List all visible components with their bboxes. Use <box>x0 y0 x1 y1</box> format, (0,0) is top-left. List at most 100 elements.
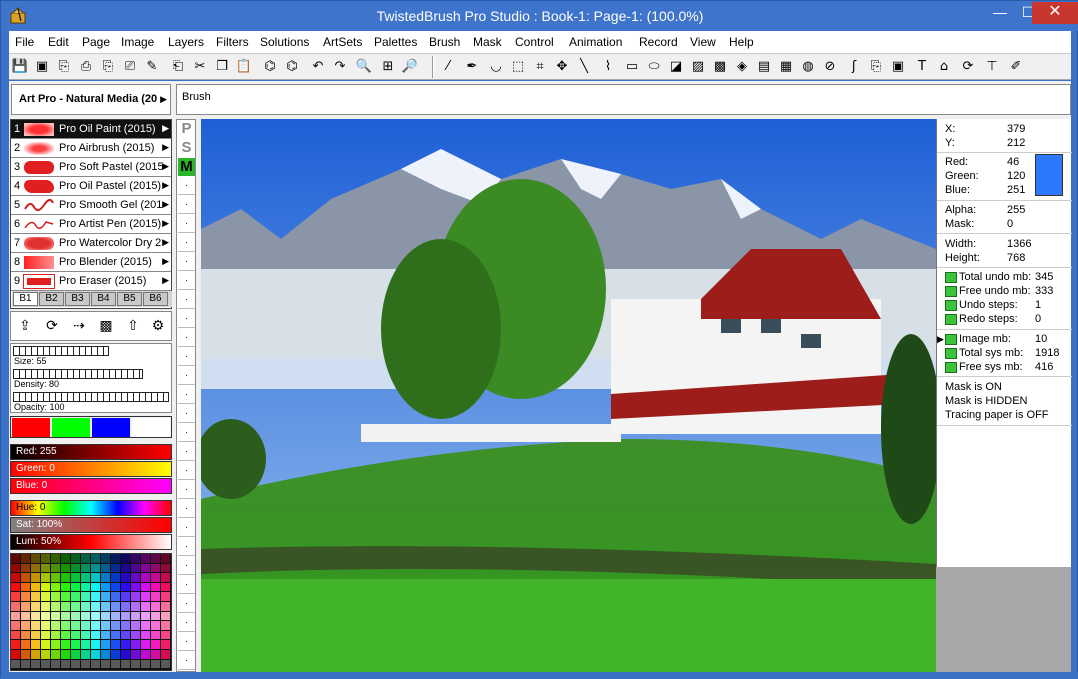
page-cell[interactable]: · <box>178 424 195 442</box>
palette-cell[interactable] <box>41 630 50 640</box>
palette-cell[interactable] <box>101 582 110 592</box>
menu-record[interactable]: Record <box>639 35 678 49</box>
palette-cell[interactable] <box>11 592 20 601</box>
palette-cell[interactable] <box>101 659 110 669</box>
palette-cell[interactable] <box>61 650 70 659</box>
palette-cell[interactable] <box>141 650 150 659</box>
palette-cell[interactable] <box>31 650 40 659</box>
artset-selector[interactable]: Art Pro - Natural Media (20 ▶ <box>11 84 171 115</box>
palette-cell[interactable] <box>131 630 140 640</box>
swatch-blue[interactable] <box>92 418 130 437</box>
palette-cell[interactable] <box>91 621 100 630</box>
palette-cell[interactable] <box>31 640 40 649</box>
minimize-button[interactable]: — <box>986 2 1014 24</box>
palette-cell[interactable] <box>61 573 70 582</box>
palette-cell[interactable] <box>21 563 30 573</box>
page-cell[interactable]: · <box>178 253 195 271</box>
palette-cell[interactable] <box>141 630 150 640</box>
zoom-fit-icon[interactable]: ⊞ <box>379 57 397 75</box>
palette-cell[interactable] <box>61 621 70 630</box>
swatch-green[interactable] <box>52 418 90 437</box>
page-cell[interactable]: · <box>178 196 195 214</box>
palette-cell[interactable] <box>131 621 140 630</box>
menu-edit[interactable]: Edit <box>48 35 69 49</box>
palette-cell[interactable] <box>11 659 20 669</box>
menu-artsets[interactable]: ArtSets <box>323 35 362 49</box>
palette-cell[interactable] <box>41 621 50 630</box>
palette-cell[interactable] <box>91 563 100 573</box>
palette-cell[interactable] <box>81 554 90 563</box>
palette-cell[interactable] <box>71 554 80 563</box>
palette-cell[interactable] <box>51 582 60 592</box>
palette-cell[interactable] <box>21 630 30 640</box>
palette-cell[interactable] <box>71 621 80 630</box>
brush-slot-1[interactable]: 1 Pro Oil Paint (2015) ▶ <box>11 120 171 139</box>
palette-cell[interactable] <box>111 621 120 630</box>
page-p-button[interactable]: P <box>178 120 195 138</box>
brush-arrow-icon[interactable]: ▶ <box>162 199 169 210</box>
brush-slot-5[interactable]: 5 Pro Smooth Gel (2015) ▶ <box>11 196 171 215</box>
palette-cell[interactable] <box>81 563 90 573</box>
palette-cell[interactable] <box>141 640 150 649</box>
texture-icon[interactable]: ◈ <box>733 57 751 75</box>
palette-cell[interactable] <box>111 630 120 640</box>
palette-cell[interactable] <box>91 592 100 601</box>
lum-slider[interactable]: Lum: 50% <box>10 534 172 550</box>
palette-cell[interactable] <box>111 640 120 649</box>
hue-slider[interactable]: Hue: 0 <box>10 500 172 516</box>
palette-cell[interactable] <box>21 554 30 563</box>
palette-cell[interactable] <box>61 640 70 649</box>
page-cell[interactable]: · <box>178 614 195 632</box>
palette-cell[interactable] <box>71 659 80 669</box>
palette-cell[interactable] <box>121 650 130 659</box>
palette-cell[interactable] <box>11 640 20 649</box>
palette-cell[interactable] <box>151 563 160 573</box>
palette-cell[interactable] <box>121 582 130 592</box>
paste-into-icon[interactable]: ⌬ <box>261 57 279 75</box>
size-slider[interactable] <box>13 346 109 356</box>
page-cell[interactable]: · <box>178 386 195 404</box>
palette-cell[interactable] <box>11 611 20 621</box>
palette-cell[interactable] <box>111 611 120 621</box>
brush-arrow-icon[interactable]: ▶ <box>162 256 169 267</box>
palette-cell[interactable] <box>91 573 100 582</box>
density-slider[interactable] <box>13 369 143 379</box>
open-page-icon[interactable]: ⎘ <box>55 57 73 75</box>
palette-cell[interactable] <box>81 659 90 669</box>
palette-cell[interactable] <box>51 602 60 611</box>
close-button[interactable]: ✕ <box>1032 2 1078 24</box>
palette-cell[interactable] <box>11 621 20 630</box>
curve-icon[interactable]: ⌇ <box>599 57 617 75</box>
page-cell[interactable]: · <box>178 576 195 594</box>
brush-lock-icon[interactable]: ⇧ <box>122 317 144 337</box>
eyedropper-icon[interactable]: ✒ <box>463 57 481 75</box>
palette-cell[interactable] <box>121 659 130 669</box>
palette-cell[interactable] <box>21 611 30 621</box>
palette-cell[interactable] <box>61 611 70 621</box>
palette-cell[interactable] <box>161 611 170 621</box>
page-s-button[interactable]: S <box>178 139 195 157</box>
palette-cell[interactable] <box>61 602 70 611</box>
image-insert-icon[interactable]: ▣ <box>889 57 907 75</box>
palette-cell[interactable] <box>41 592 50 601</box>
brush-slot-3[interactable]: 3 Pro Soft Pastel (2015) ▶ <box>11 158 171 177</box>
menu-solutions[interactable]: Solutions <box>260 35 309 49</box>
palette-cell[interactable] <box>11 630 20 640</box>
palette-cell[interactable] <box>151 611 160 621</box>
sat-slider[interactable]: Sat: 100% <box>10 517 172 533</box>
palette-cell[interactable] <box>51 650 60 659</box>
fill-gradient-icon[interactable]: ▨ <box>689 57 707 75</box>
palette-cell[interactable] <box>41 659 50 669</box>
palette-cell[interactable] <box>91 640 100 649</box>
palette-cell[interactable] <box>161 630 170 640</box>
palette-cell[interactable] <box>111 554 120 563</box>
stamp-icon[interactable]: ◍ <box>799 57 817 75</box>
menu-image[interactable]: Image <box>121 35 154 49</box>
palette-cell[interactable] <box>121 640 130 649</box>
palette-cell[interactable] <box>161 573 170 582</box>
palette-cell[interactable] <box>131 573 140 582</box>
palette-cell[interactable] <box>121 602 130 611</box>
palette-cell[interactable] <box>51 640 60 649</box>
palette-cell[interactable] <box>71 582 80 592</box>
palette-cell[interactable] <box>111 573 120 582</box>
